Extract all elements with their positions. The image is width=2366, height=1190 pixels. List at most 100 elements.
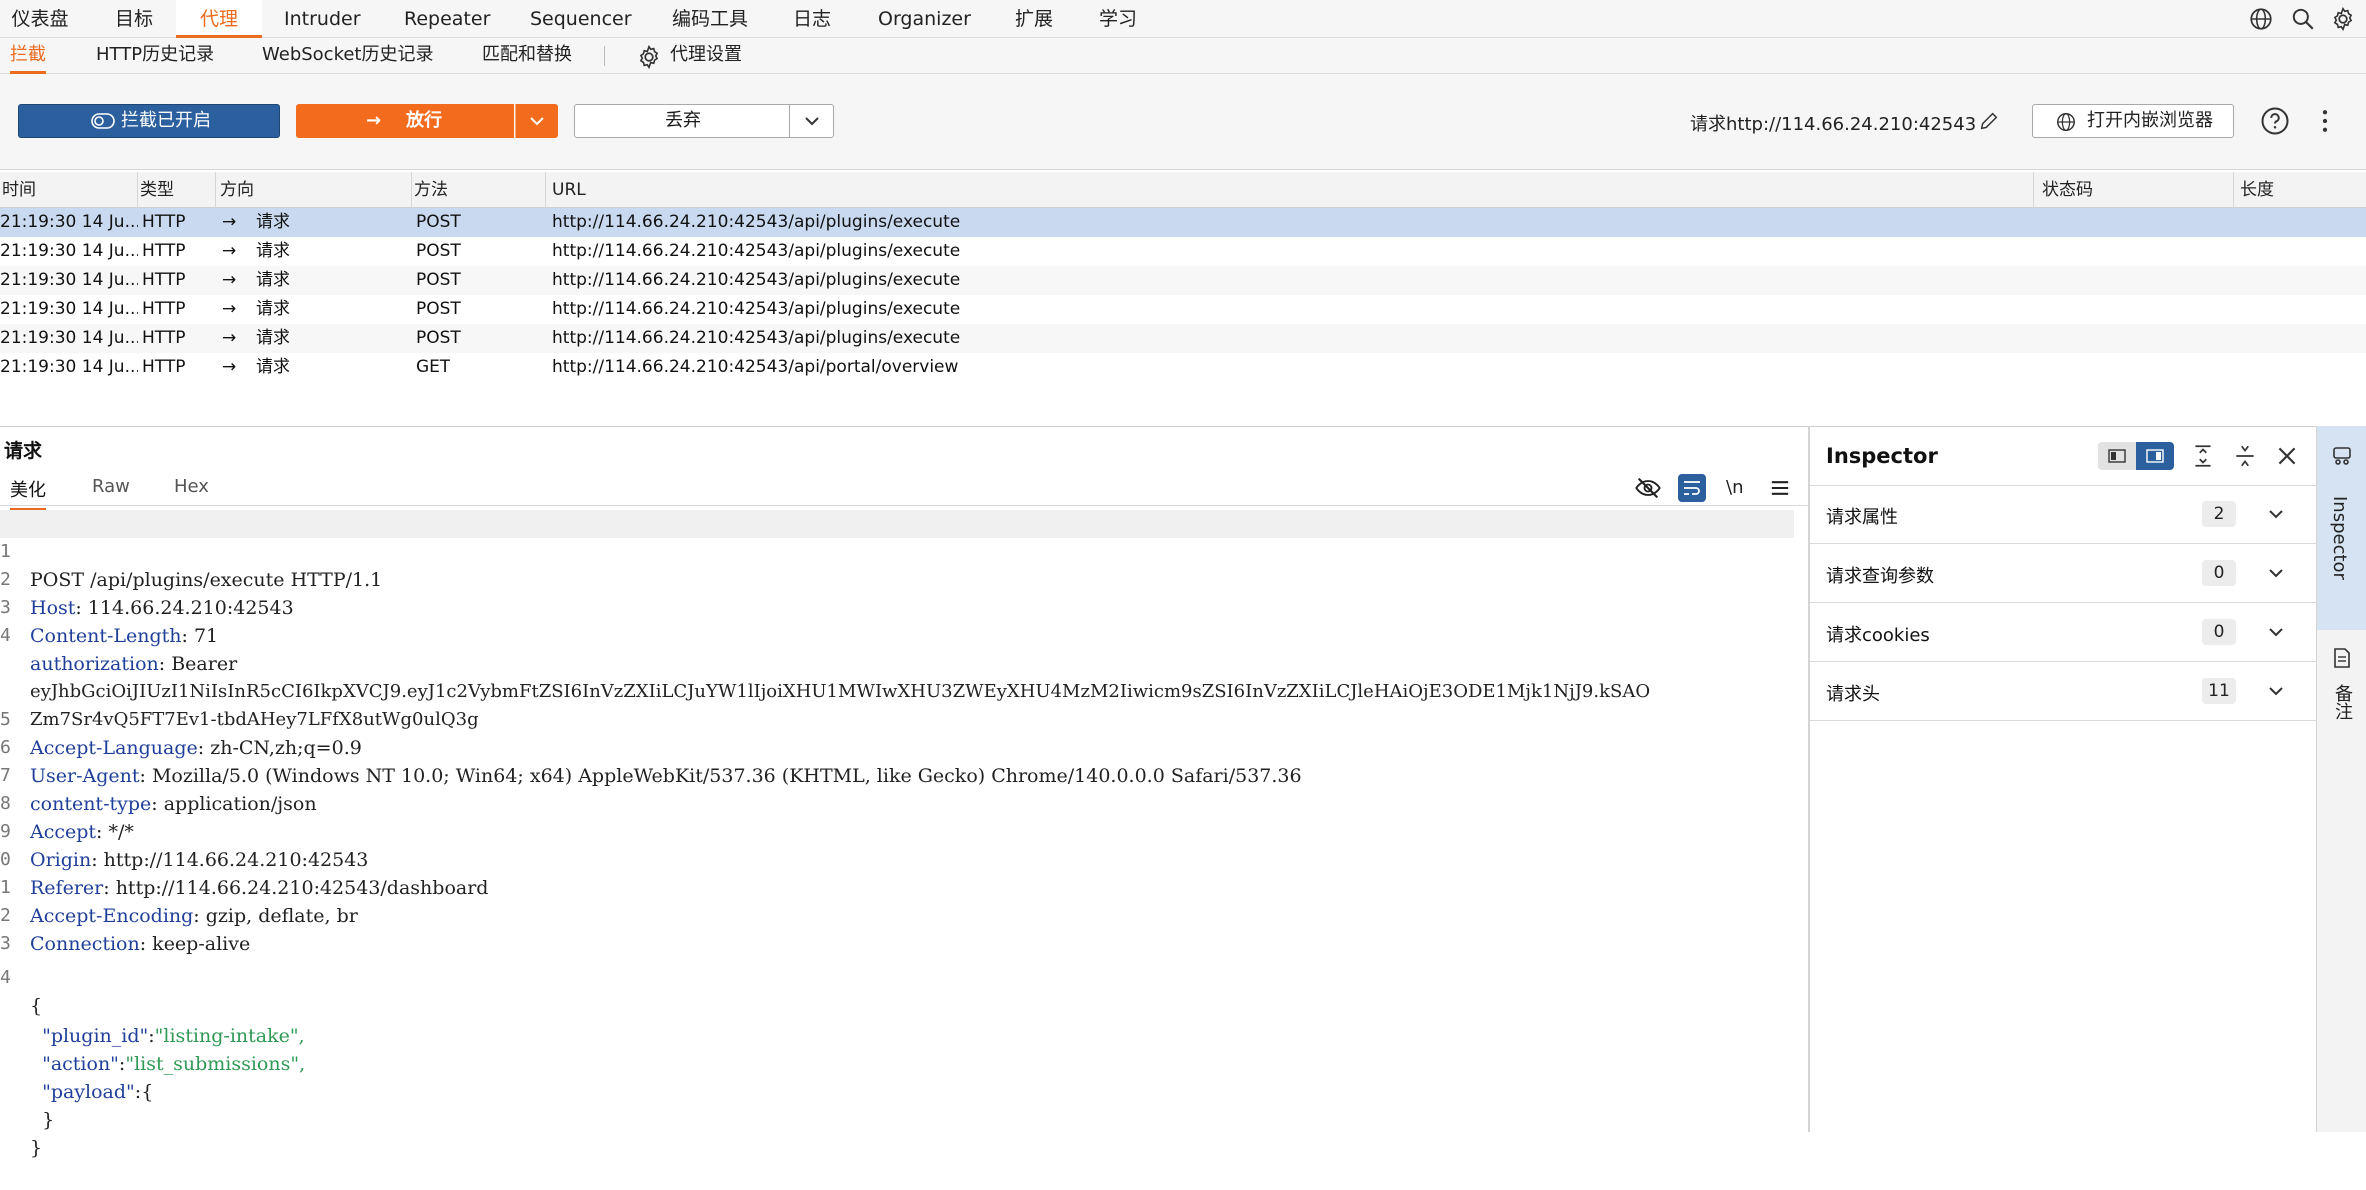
menu-sequencer[interactable]: Sequencer [530,0,632,38]
cell-method: POST [416,241,461,261]
sidebar-tab-inspector[interactable]: Inspector [2317,426,2366,630]
tab-match-replace[interactable]: 匹配和替换 [482,38,572,74]
table-row[interactable]: 21:19:30 14 Ju... HTTP → 请求 POST http://… [0,208,2366,237]
json-string: "listing-intake", [154,1025,305,1047]
menu-logger[interactable]: 日志 [792,0,832,38]
menu-target[interactable]: 目标 [114,0,154,38]
help-icon[interactable] [2260,106,2290,136]
menu-organizer[interactable]: Organizer [878,0,971,38]
tab-pretty[interactable]: 美化 [10,476,46,511]
table-row[interactable]: 21:19:30 14 Ju... HTTP → 请求 POST http://… [0,237,2366,266]
table-row[interactable]: 21:19:30 14 Ju... HTTP → 请求 GET http://1… [0,353,2366,382]
col-type[interactable]: 类型 [138,172,216,208]
editor-line: 5 Accept-Language: zh-CN,zh;q=0.9 [0,678,362,759]
menu-proxy[interactable]: 代理 [176,0,262,38]
editor-line: 2 Host: 114.66.24.210:42543 [0,538,294,619]
globe-icon[interactable] [2248,6,2274,32]
table-row[interactable]: 21:19:30 14 Ju... HTTP → 请求 POST http://… [0,324,2366,353]
cell-type: HTTP [142,357,186,377]
arrow-right-icon: → [222,328,237,348]
header-name: Content-Length [30,625,182,647]
table-row[interactable]: 21:19:30 14 Ju... HTTP → 请求 POST http://… [0,295,2366,324]
intercept-toggle-button[interactable]: 拦截已开启 [18,104,280,138]
col-length[interactable]: 长度 [2234,172,2366,208]
pencil-icon[interactable] [1978,110,2000,132]
drop-button[interactable]: 丢弃 [574,104,834,138]
more-vertical-icon[interactable] [2310,106,2340,136]
drop-options-button[interactable] [789,105,833,137]
section-count-badge: 0 [2202,560,2236,586]
section-label: 请求cookies [1826,625,1930,646]
expand-all-icon[interactable] [2190,442,2216,470]
col-url[interactable]: URL [546,172,2034,208]
inspector-section-headers[interactable]: 请求头 11 [1810,663,2316,721]
request-view-tabs: 美化 Raw Hex [0,470,1808,511]
tab-intercept[interactable]: 拦截 [10,38,46,74]
editor-line: } [0,1050,54,1131]
menu-learn[interactable]: 学习 [1098,0,1138,38]
cell-type: HTTP [142,270,186,290]
menu-intruder[interactable]: Intruder [284,0,361,38]
editor-line: 7 content-type: application/json [0,734,317,815]
tab-http-history[interactable]: HTTP历史记录 [96,38,214,74]
cell-time: 21:19:30 14 Ju... [0,241,138,261]
eye-off-icon[interactable] [1634,474,1662,502]
menu-decoder[interactable]: 编码工具 [672,0,748,38]
cell-direction: 请求 [256,357,290,377]
settings-gear-icon[interactable] [2330,6,2356,32]
col-method[interactable]: 方法 [412,172,546,208]
intercept-toolbar: 拦截已开启 → 放行 丢弃 请求http://114.66.24.210:425… [0,74,2366,170]
sidebar-tab-notes[interactable]: 备注 [2317,634,2366,784]
inspector-section-query-params[interactable]: 请求查询参数 0 [1810,545,2316,603]
menu-icon[interactable] [1766,474,1794,502]
col-status[interactable]: 状态码 [2034,172,2234,208]
header-name: Accept-Language [30,737,198,759]
col-time[interactable]: 时间 [0,172,138,208]
intercept-label: 拦截已开启 [121,110,211,131]
tab-hex[interactable]: Hex [174,476,209,503]
show-newlines-toggle[interactable]: \n [1726,474,1754,502]
layout-right-button[interactable] [2136,442,2174,470]
header-name: User-Agent [30,765,140,787]
search-icon[interactable] [2290,6,2316,32]
json-string: "list_submissions", [125,1053,306,1075]
tab-raw[interactable]: Raw [92,476,130,503]
editor-line: "action":"list_submissions", [0,994,305,1075]
menu-extensions[interactable]: 扩展 [1014,0,1054,38]
inspector-section-request-attributes[interactable]: 请求属性 2 [1810,486,2316,544]
header-value: : Mozilla/5.0 (Windows NT 10.0; Win64; x… [139,765,1302,787]
header-value: : */* [96,821,134,843]
arrow-right-icon: → [222,357,237,377]
main-menu: 仪表盘 目标 代理 Intruder Repeater Sequencer 编码… [0,0,2366,38]
panel-divider[interactable] [0,426,2366,427]
header-value: : 114.66.24.210:42543 [75,597,294,619]
request-editor[interactable]: 1 POST /api/plugins/execute HTTP/1.1 2 H… [0,508,1808,1159]
intercept-queue-table: 时间 类型 方向 方法 URL 状态码 长度 21:19:30 14 Ju...… [0,172,2366,426]
menu-repeater[interactable]: Repeater [404,0,490,38]
inspector-icon [2333,447,2351,465]
settings-gear-icon[interactable] [636,44,662,70]
chevron-down-icon [530,117,544,126]
forward-options-button[interactable] [515,104,558,138]
layout-left-button[interactable] [2098,442,2136,470]
cell-url: http://114.66.24.210:42543/api/plugins/e… [552,241,961,261]
wrap-lines-toggle[interactable] [1678,474,1706,502]
menu-dashboard[interactable]: 仪表盘 [10,0,70,38]
toggle-icon [91,113,115,129]
tab-websocket-history[interactable]: WebSocket历史记录 [262,38,434,74]
tab-proxy-settings[interactable]: 代理设置 [670,38,742,74]
inspector-section-cookies[interactable]: 请求cookies 0 [1810,604,2316,662]
close-icon[interactable] [2274,443,2300,469]
header-name: Origin [30,849,92,871]
table-row[interactable]: 21:19:30 14 Ju... HTTP → 请求 POST http://… [0,266,2366,295]
forward-button[interactable]: → 放行 [296,104,514,138]
right-sidebar: Inspector 备注 [2316,426,2366,1132]
layout-panel-icon [2146,449,2164,463]
json-brace: } [30,1137,43,1159]
drop-label: 丢弃 [665,110,701,131]
collapse-all-icon[interactable] [2232,442,2258,470]
line-text: POST /api/plugins/execute HTTP/1.1 [30,569,383,591]
col-direction[interactable]: 方向 [216,172,412,208]
open-browser-button[interactable]: 打开内嵌浏览器 [2032,104,2234,138]
arrow-right-icon: → [222,212,237,232]
